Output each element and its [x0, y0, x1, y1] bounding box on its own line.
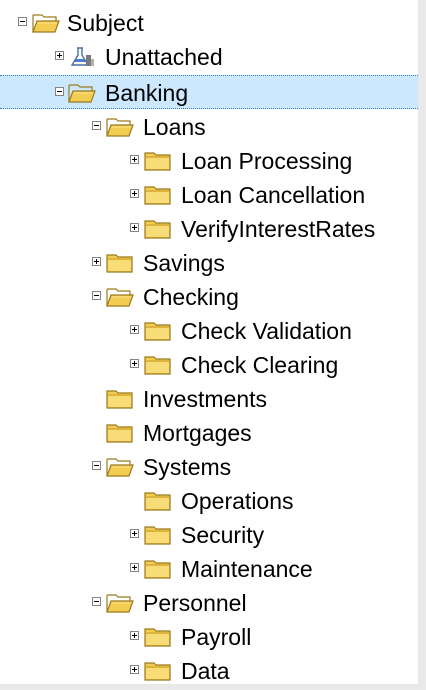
folder-icon: [106, 388, 134, 410]
expand-toggle[interactable]: [92, 257, 101, 266]
tree-node-label[interactable]: Investments: [143, 382, 267, 416]
tree-node-savings[interactable]: Savings: [0, 246, 418, 280]
tree-node-label[interactable]: Checking: [143, 280, 239, 314]
tree-node-label[interactable]: Unattached: [105, 40, 223, 74]
tree-node-investments[interactable]: Investments: [0, 382, 418, 416]
tree-node-systems[interactable]: Systems: [0, 450, 418, 484]
folder-icon: [144, 524, 172, 546]
tree-node-data[interactable]: Data: [0, 654, 418, 684]
folder-icon: [144, 626, 172, 648]
tree-node-label[interactable]: Check Validation: [181, 314, 352, 348]
folder-icon: [144, 150, 172, 172]
tree-node-label[interactable]: Mortgages: [143, 416, 252, 450]
tree-node-banking[interactable]: Banking: [0, 75, 418, 109]
tree-node-maintenance[interactable]: Maintenance: [0, 552, 418, 586]
folder-open-icon: [106, 456, 134, 478]
expand-toggle[interactable]: [130, 563, 139, 572]
tree-node-loans[interactable]: Loans: [0, 110, 418, 144]
tree-node-operations[interactable]: Operations: [0, 484, 418, 518]
tree-node-label[interactable]: Loans: [143, 110, 206, 144]
tree-node-label[interactable]: VerifyInterestRates: [181, 212, 375, 246]
collapse-toggle[interactable]: [92, 121, 101, 130]
tree-node-label[interactable]: Systems: [143, 450, 231, 484]
tree-node-label[interactable]: Banking: [105, 76, 188, 110]
folder-icon: [144, 218, 172, 240]
collapse-toggle[interactable]: [92, 291, 101, 300]
tree-node-loan-cancellation[interactable]: Loan Cancellation: [0, 178, 418, 212]
folder-icon: [144, 320, 172, 342]
tree-node-label[interactable]: Data: [181, 654, 230, 684]
folder-open-icon: [32, 12, 60, 34]
collapse-toggle[interactable]: [55, 87, 64, 96]
tree-node-label[interactable]: Check Clearing: [181, 348, 338, 382]
folder-open-icon: [106, 286, 134, 308]
folder-icon: [144, 558, 172, 580]
folder-icon: [106, 422, 134, 444]
expand-toggle[interactable]: [130, 359, 139, 368]
tree-node-label[interactable]: Payroll: [181, 620, 251, 654]
folder-open-icon: [68, 82, 96, 104]
tree-node-label[interactable]: Personnel: [143, 586, 247, 620]
tree-node-label[interactable]: Security: [181, 518, 264, 552]
subject-tree[interactable]: Subject Unattached Banking Loans Loan Pr…: [0, 0, 418, 684]
tree-node-mortgages[interactable]: Mortgages: [0, 416, 418, 450]
tree-node-loan-processing[interactable]: Loan Processing: [0, 144, 418, 178]
tree-node-check-validation[interactable]: Check Validation: [0, 314, 418, 348]
tree-node-label[interactable]: Loan Processing: [181, 144, 352, 178]
collapse-toggle[interactable]: [92, 597, 101, 606]
tree-node-label[interactable]: Maintenance: [181, 552, 313, 586]
expand-toggle[interactable]: [130, 189, 139, 198]
tree-node-unattached[interactable]: Unattached: [0, 40, 418, 74]
tree-node-label[interactable]: Operations: [181, 484, 294, 518]
folder-icon: [144, 490, 172, 512]
collapse-toggle[interactable]: [92, 461, 101, 470]
tree-node-subject[interactable]: Subject: [0, 6, 418, 40]
tree-node-label[interactable]: Subject: [67, 6, 144, 40]
expand-toggle[interactable]: [130, 325, 139, 334]
tree-node-payroll[interactable]: Payroll: [0, 620, 418, 654]
expand-toggle[interactable]: [130, 529, 139, 538]
tree-node-label[interactable]: Loan Cancellation: [181, 178, 365, 212]
tree-node-label[interactable]: Savings: [143, 246, 225, 280]
expand-toggle[interactable]: [130, 631, 139, 640]
tree-node-verify-interest-rates[interactable]: VerifyInterestRates: [0, 212, 418, 246]
expand-toggle[interactable]: [130, 223, 139, 232]
expand-toggle[interactable]: [55, 51, 64, 60]
tree-node-checking[interactable]: Checking: [0, 280, 418, 314]
collapse-toggle[interactable]: [18, 17, 27, 26]
folder-icon: [144, 354, 172, 376]
folder-icon: [106, 252, 134, 274]
expand-toggle[interactable]: [130, 155, 139, 164]
flask-icon: [68, 46, 96, 68]
tree-node-personnel[interactable]: Personnel: [0, 586, 418, 620]
folder-open-icon: [106, 592, 134, 614]
folder-icon: [144, 660, 172, 682]
expand-toggle[interactable]: [130, 665, 139, 674]
tree-node-check-clearing[interactable]: Check Clearing: [0, 348, 418, 382]
tree-node-security[interactable]: Security: [0, 518, 418, 552]
folder-icon: [144, 184, 172, 206]
folder-open-icon: [106, 116, 134, 138]
